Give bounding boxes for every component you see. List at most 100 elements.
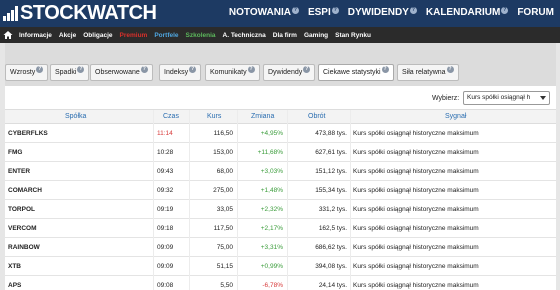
signal-cell: Kurs spółki osiągnął historyczne maksimu… [353, 168, 479, 175]
col-header-change[interactable]: Zmiana [251, 113, 274, 120]
column-divider [350, 110, 351, 290]
turnover-cell: 151,12 tys. [315, 168, 347, 175]
subnav-analiza-techniczna[interactable]: A. Techniczna [223, 32, 266, 39]
help-icon: ? [303, 66, 311, 73]
help-icon: ? [140, 66, 148, 73]
table-row[interactable]: FMG 10:28 153,00 +11,68% 627,61 tys. Kurs spó… [5, 143, 556, 162]
subnav-obligacje[interactable]: Obligacje [83, 32, 112, 39]
subnav-akcje[interactable]: Akcje [59, 32, 76, 39]
tab-obserwowane[interactable]: Obserwowane? [90, 64, 153, 81]
tab-ciekawe-statystyki[interactable]: Ciekawe statystyki? [318, 64, 394, 81]
tab-indeksy[interactable]: Indeksy? [159, 64, 202, 81]
price-cell: 51,15 [216, 263, 233, 270]
select-value: Kurs spółki osiągnął h [467, 94, 531, 101]
subnav-dla-firm[interactable]: Dla firm [273, 32, 297, 39]
stockwatch-logo[interactable]: STOCKWATCH [3, 2, 157, 25]
table-row[interactable]: TORPOL 09:19 33,05 +2,32% 331,2 tys. Kurs spó… [5, 200, 556, 219]
company-name[interactable]: VERCOM [8, 225, 37, 232]
table-row[interactable]: COMARCH 09:32 275,00 +1,48% 155,34 tys. Kurs … [5, 181, 556, 200]
help-icon: ? [409, 7, 417, 14]
tab-bar: Wzrosty? Spadki? Obserwowane? Indeksy? K… [5, 43, 556, 86]
company-name[interactable]: RAINBOW [8, 244, 40, 251]
change-cell: +2,17% [260, 225, 283, 232]
home-icon[interactable] [3, 30, 13, 40]
turnover-cell: 473,88 tys. [315, 130, 347, 137]
chevron-down-icon [540, 96, 546, 100]
turnover-cell: 155,34 tys. [315, 187, 347, 194]
company-name[interactable]: FMG [8, 149, 22, 156]
top-header: STOCKWATCH NOTOWANIA? ESPI? DYWIDENDY? K… [0, 0, 560, 27]
logo-text: STOCKWATCH [20, 2, 157, 24]
change-cell: +3,31% [260, 244, 283, 251]
table-row[interactable]: CYBERFLKS 11:14 116,50 +4,95% 473,88 tys. Kur… [5, 124, 556, 143]
help-icon: ? [189, 66, 197, 73]
table-row[interactable]: ENTER 09:43 68,00 +3,03% 151,12 tys. Kurs spó… [5, 162, 556, 181]
time-cell: 10:28 [157, 149, 174, 156]
company-name[interactable]: TORPOL [8, 206, 35, 213]
topnav-espi[interactable]: ESPI? [308, 7, 339, 18]
signal-cell: Kurs spółki osiągnął historyczne maksimu… [353, 206, 479, 213]
market-widget: Wzrosty? Spadki? Obserwowane? Indeksy? K… [5, 43, 556, 290]
time-cell: 09:32 [157, 187, 174, 194]
company-name[interactable]: CYBERFLKS [8, 130, 48, 137]
topnav-kalendarium[interactable]: KALENDARIUM? [426, 7, 509, 18]
help-icon: ? [291, 7, 299, 14]
tab-komunikaty[interactable]: Komunikaty? [205, 64, 260, 81]
change-cell: +3,03% [260, 168, 283, 175]
filter-row: Wybierz: Kurs spółki osiągnął h [5, 86, 556, 110]
time-cell: 09:09 [157, 263, 174, 270]
signal-cell: Kurs spółki osiągnął historyczne maksimu… [353, 244, 479, 251]
turnover-cell: 331,2 tys. [318, 206, 347, 213]
tab-wzrosty[interactable]: Wzrosty? [5, 64, 49, 81]
col-header-name[interactable]: Spółka [65, 113, 86, 120]
help-icon: ? [501, 7, 509, 14]
table-row[interactable]: RAINBOW 09:09 75,00 +3,31% 686,62 tys. Kurs s… [5, 238, 556, 257]
company-name[interactable]: APS [8, 282, 21, 289]
topnav-notowania[interactable]: NOTOWANIA? [229, 7, 299, 18]
subnav-informacje[interactable]: Informacje [19, 32, 52, 39]
company-name[interactable]: XTB [8, 263, 21, 270]
col-header-turnover[interactable]: Obrót [308, 113, 326, 120]
table-header: Spółka Czas Kurs Zmiana Obrót Sygnał [5, 110, 556, 124]
help-icon: ? [446, 66, 454, 73]
tab-spadki[interactable]: Spadki? [50, 64, 90, 81]
topnav-forum[interactable]: FORUM [517, 7, 554, 18]
signal-cell: Kurs spółki osiągnął historyczne maksimu… [353, 187, 479, 194]
turnover-cell: 162,5 tys. [318, 225, 347, 232]
table-row[interactable]: APS 09:08 5,50 -6,78% 24,14 tys. Kurs spółki … [5, 276, 556, 290]
subnav-szkolenia[interactable]: Szkolenia [186, 32, 216, 39]
signal-cell: Kurs spółki osiągnął historyczne maksimu… [353, 130, 479, 137]
help-icon: ? [77, 66, 85, 73]
tab-sila-relatywna[interactable]: Siła relatywna? [397, 64, 459, 81]
subnav-stan-rynku[interactable]: Stan Rynku [335, 32, 371, 39]
help-icon: ? [331, 7, 339, 14]
subnav-portfele[interactable]: Portfele [154, 32, 178, 39]
price-cell: 117,50 [213, 225, 233, 232]
company-name[interactable]: ENTER [8, 168, 30, 175]
change-cell: +11,68% [257, 149, 283, 156]
time-cell: 09:08 [157, 282, 174, 289]
price-cell: 33,05 [216, 206, 233, 213]
topnav-dywidendy[interactable]: DYWIDENDY? [348, 7, 417, 18]
col-header-price[interactable]: Kurs [207, 113, 221, 120]
help-icon: ? [381, 66, 389, 73]
change-cell: +2,32% [260, 206, 283, 213]
price-cell: 116,50 [213, 130, 233, 137]
help-icon: ? [36, 66, 44, 73]
signal-cell: Kurs spółki osiągnął historyczne maksimu… [353, 225, 479, 232]
tab-dywidendy[interactable]: Dywidendy? [263, 64, 316, 81]
subnav-premium[interactable]: Premium [120, 32, 148, 39]
subnav-gaming[interactable]: Gaming [304, 32, 328, 39]
column-divider [189, 110, 190, 290]
company-name[interactable]: COMARCH [8, 187, 42, 194]
turnover-cell: 686,62 tys. [315, 244, 347, 251]
statistic-select[interactable]: Kurs spółki osiągnął h [463, 91, 550, 105]
table-row[interactable]: XTB 09:09 51,15 +0,99% 394,08 tys. Kurs spółk… [5, 257, 556, 276]
table-row[interactable]: VERCOM 09:18 117,50 +2,17% 162,5 tys. Kurs sp… [5, 219, 556, 238]
col-header-signal[interactable]: Sygnał [445, 113, 466, 120]
price-cell: 275,00 [213, 187, 233, 194]
time-cell: 09:19 [157, 206, 174, 213]
change-cell: +4,95% [260, 130, 283, 137]
col-header-time[interactable]: Czas [163, 113, 179, 120]
turnover-cell: 394,08 tys. [315, 263, 347, 270]
